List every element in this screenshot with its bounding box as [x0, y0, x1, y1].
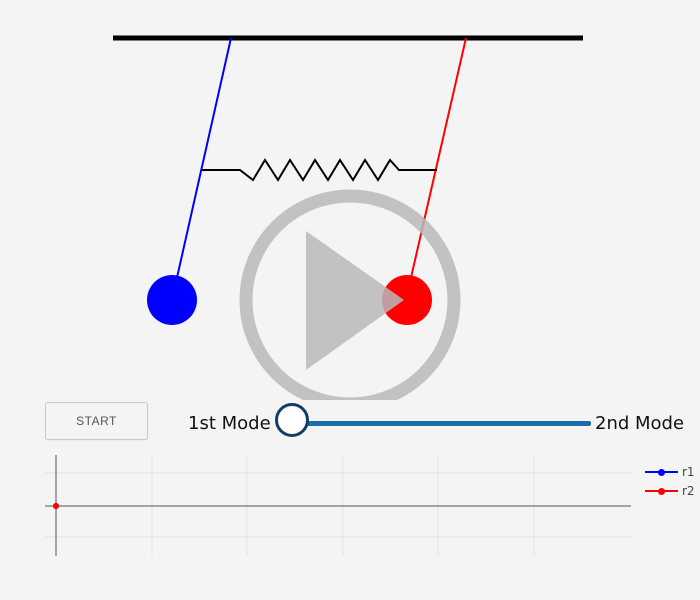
- legend-item-r1[interactable]: r1: [645, 462, 695, 481]
- coupling-spring: [202, 158, 437, 182]
- second-mode-label: 2nd Mode: [595, 413, 685, 434]
- pendulum-1-string: [175, 37, 232, 283]
- legend-label-r2: r2: [682, 483, 695, 498]
- pendulum-1-bob[interactable]: [147, 275, 197, 325]
- plot-legend: r1 r2: [645, 462, 695, 500]
- legend-item-r2[interactable]: r2: [645, 481, 695, 500]
- first-mode-label: 1st Mode: [188, 413, 271, 434]
- mode-slider-track[interactable]: [296, 421, 591, 426]
- displacement-plot: [45, 455, 631, 556]
- start-button[interactable]: START: [45, 402, 148, 440]
- legend-swatch-r2: [645, 486, 678, 496]
- legend-swatch-r1: [645, 467, 678, 477]
- mode-slider-thumb[interactable]: [275, 403, 309, 437]
- legend-label-r1: r1: [682, 464, 695, 479]
- pendulum-scene: [113, 35, 583, 400]
- r2-current-point: [53, 503, 59, 509]
